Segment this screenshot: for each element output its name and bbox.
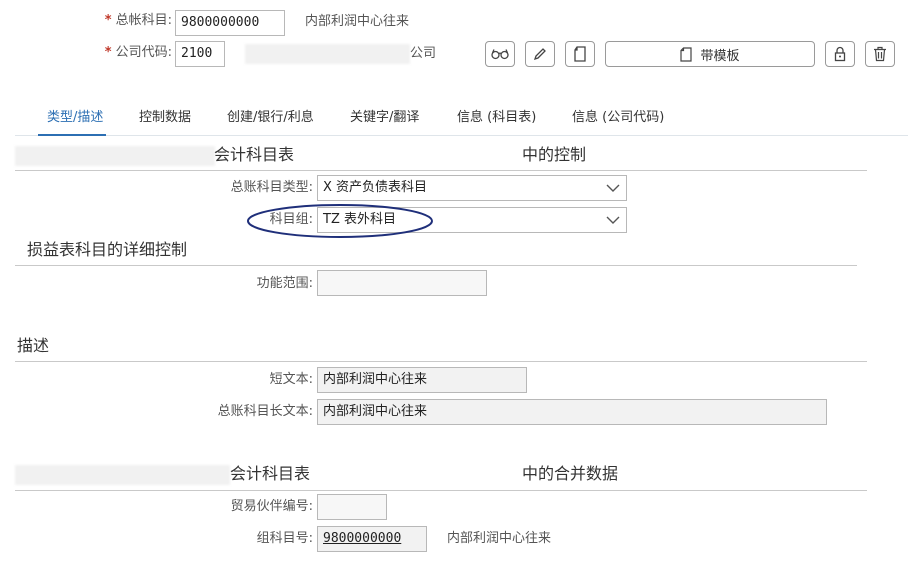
lock-icon bbox=[834, 46, 846, 62]
section-divider bbox=[15, 490, 867, 491]
group-account-description: 内部利润中心往来 bbox=[447, 531, 552, 546]
gl-account-field[interactable]: 9800000000 bbox=[175, 10, 285, 36]
description-section-title: 描述 bbox=[17, 336, 50, 355]
section-divider bbox=[15, 170, 867, 171]
tab-info-company-code[interactable]: 信息 (公司代码) bbox=[572, 109, 664, 127]
delete-button[interactable] bbox=[865, 41, 895, 67]
redacted-coa-name bbox=[15, 146, 215, 166]
tab-bar-divider bbox=[15, 135, 908, 136]
redacted-coa-name bbox=[15, 465, 230, 485]
template-doc-icon bbox=[680, 46, 693, 62]
copy-icon bbox=[574, 46, 586, 62]
glasses-icon bbox=[491, 49, 509, 60]
consolidation-section-title-suffix: 中的合并数据 bbox=[522, 464, 619, 483]
display-button[interactable] bbox=[485, 41, 515, 67]
company-code-label: * 公司代码: bbox=[104, 45, 172, 60]
account-type-select[interactable]: X 资产负债表科目 bbox=[317, 175, 627, 201]
coa-control-section-title: 会计科目表 bbox=[214, 145, 295, 164]
redacted-company-name bbox=[245, 44, 410, 64]
functional-area-label: 功能范围: bbox=[256, 276, 313, 291]
account-type-label: 总账科目类型: bbox=[230, 180, 313, 195]
gl-account-description: 内部利润中心往来 bbox=[305, 14, 410, 29]
short-text-label: 短文本: bbox=[269, 372, 313, 387]
tab-create-bank-interest[interactable]: 创建/银行/利息 bbox=[227, 109, 314, 127]
highlight-oval bbox=[247, 204, 433, 238]
tab-keyword-translation[interactable]: 关键字/翻译 bbox=[350, 109, 419, 127]
chevron-down-icon bbox=[606, 216, 620, 224]
company-code-field[interactable]: 2100 bbox=[175, 41, 225, 67]
pencil-icon bbox=[533, 48, 546, 61]
group-account-label: 组科目号: bbox=[256, 531, 313, 546]
pl-control-section-title: 损益表科目的详细控制 bbox=[27, 240, 188, 259]
with-template-button[interactable]: 带模板 bbox=[605, 41, 815, 67]
group-account-field[interactable]: 9800000000 bbox=[317, 526, 427, 552]
company-code-description: 公司 bbox=[410, 46, 437, 61]
consolidation-section-title: 会计科目表 bbox=[230, 464, 311, 483]
long-text-field[interactable]: 内部利润中心往来 bbox=[317, 399, 827, 425]
functional-area-field[interactable] bbox=[317, 270, 487, 296]
tab-control-data[interactable]: 控制数据 bbox=[139, 109, 191, 127]
tab-type-description[interactable]: 类型/描述 bbox=[47, 109, 103, 127]
long-text-label: 总账科目长文本: bbox=[217, 404, 313, 419]
create-button[interactable] bbox=[565, 41, 595, 67]
trash-icon bbox=[874, 46, 886, 62]
chevron-down-icon bbox=[606, 184, 620, 192]
section-divider bbox=[15, 265, 857, 266]
section-divider bbox=[15, 361, 867, 362]
coa-control-section-title-suffix: 中的控制 bbox=[522, 145, 587, 164]
gl-account-label: * 总帐科目: bbox=[104, 13, 172, 28]
lock-button[interactable] bbox=[825, 41, 855, 67]
trading-partner-label: 贸易伙伴编号: bbox=[230, 499, 313, 514]
tab-info-coa[interactable]: 信息 (科目表) bbox=[457, 109, 536, 127]
trading-partner-field[interactable] bbox=[317, 494, 387, 520]
edit-button[interactable] bbox=[525, 41, 555, 67]
short-text-field[interactable]: 内部利润中心往来 bbox=[317, 367, 527, 393]
active-tab-indicator bbox=[38, 134, 106, 136]
